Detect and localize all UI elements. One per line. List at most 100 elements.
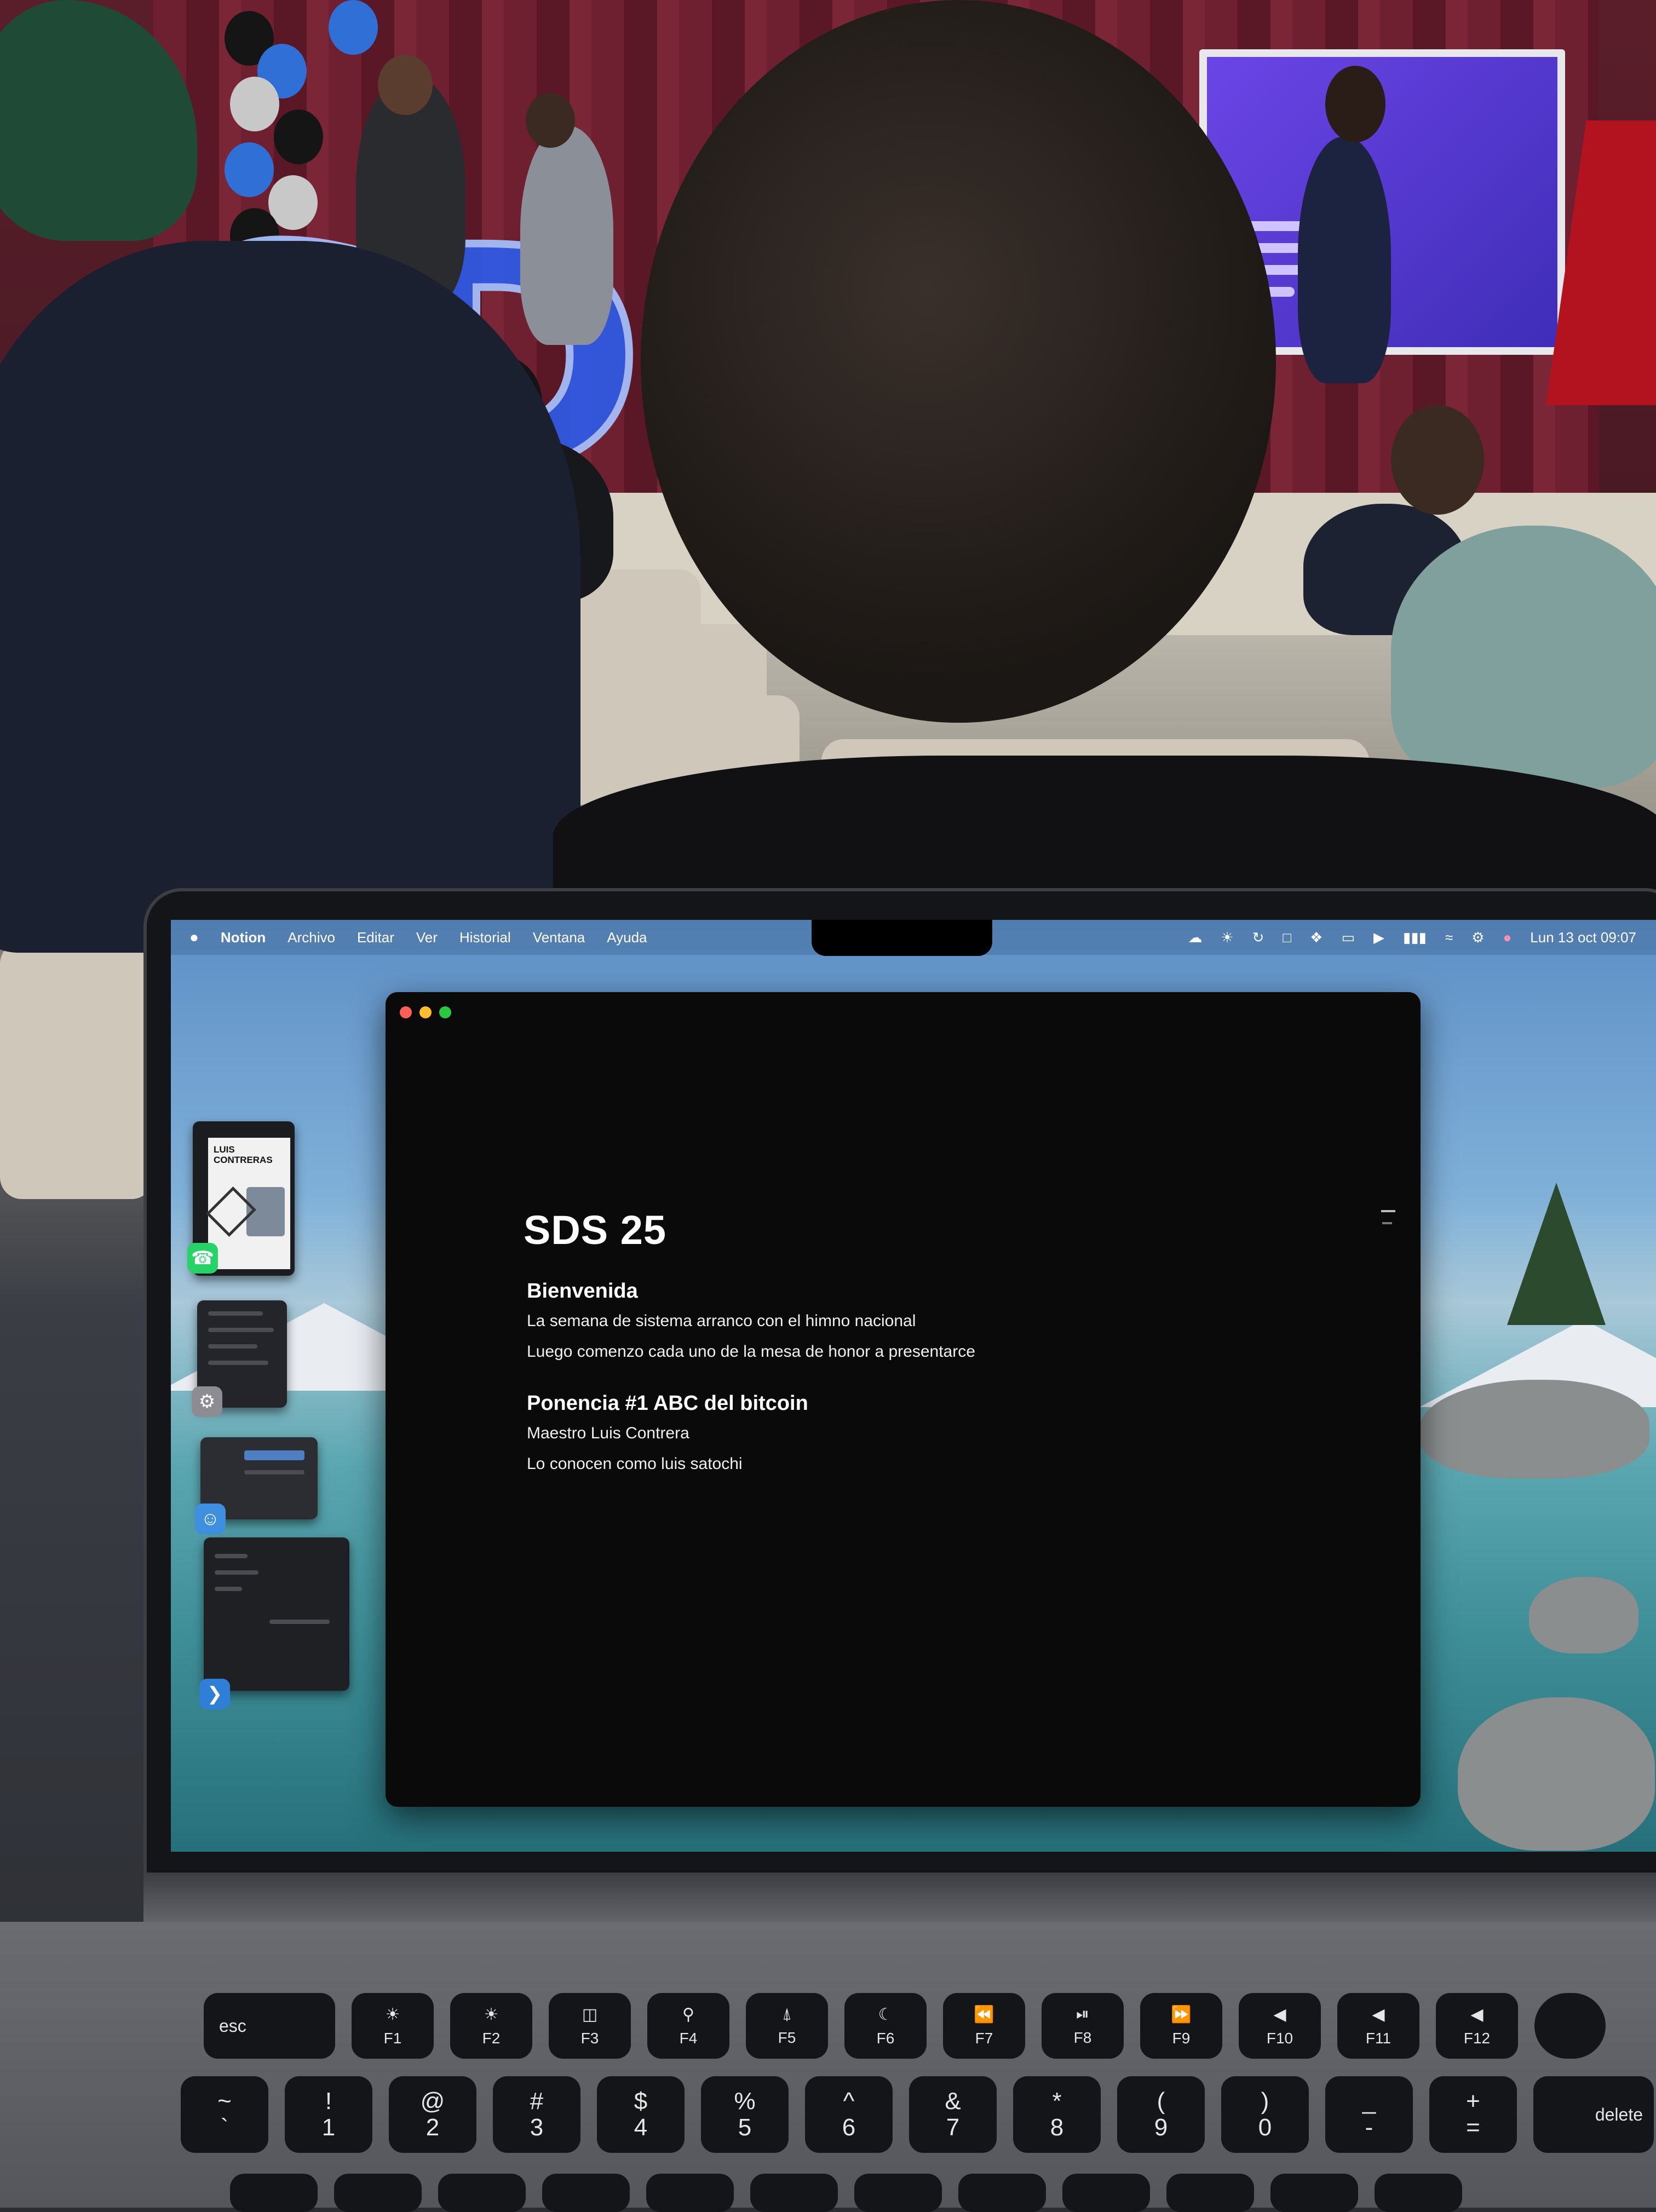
whatsapp-icon[interactable]: ☎ <box>187 1243 218 1274</box>
menu-clock[interactable]: Lun 13 oct 09:07 <box>1530 929 1636 946</box>
menu-editar[interactable]: Editar <box>357 929 394 946</box>
stage-person-head <box>1325 66 1385 142</box>
play-icon[interactable]: ▶ <box>1373 929 1384 946</box>
key-label: - <box>1365 2114 1373 2141</box>
f9-key[interactable]: ⏩ F9 <box>1140 1993 1222 2059</box>
stage-thumb-vscode[interactable] <box>204 1537 349 1691</box>
paragraph[interactable]: Lo conocen como luis satochi <box>527 1455 975 1473</box>
menu-ventana[interactable]: Ventana <box>533 929 585 946</box>
f5-key[interactable]: ⍋ F5 <box>746 1993 828 2059</box>
paragraph[interactable]: La semana de sistema arranco con el himn… <box>527 1312 975 1330</box>
key-2[interactable]: @2 <box>389 2076 476 2153</box>
brightness-icon[interactable]: ☀ <box>1221 929 1233 946</box>
key-label: $ <box>634 2088 648 2115</box>
key-6[interactable]: ^ 6 <box>805 2076 893 2153</box>
heading-bienvenida[interactable]: Bienvenida <box>527 1280 975 1303</box>
notion-window[interactable]: SDS 25 Bienvenida La semana de sistema a… <box>386 992 1421 1807</box>
outline-marker[interactable] <box>1382 1222 1392 1224</box>
key-label: @ <box>420 2088 445 2115</box>
close-button[interactable] <box>400 1006 412 1018</box>
letter-key[interactable] <box>334 2174 422 2212</box>
f10-key[interactable]: ◀ F10 <box>1239 1993 1321 2059</box>
settings-icon[interactable]: ⚙ <box>192 1386 222 1417</box>
finder-icon[interactable]: ☺ <box>195 1504 226 1534</box>
key-5[interactable]: % 5 <box>701 2076 789 2153</box>
esc-key[interactable]: esc <box>204 1993 335 2059</box>
f7-key[interactable]: ⏪ F7 <box>943 1993 1025 2059</box>
letter-key[interactable] <box>438 2174 526 2212</box>
display-icon[interactable]: ▭ <box>1341 929 1355 946</box>
key-label: F12 <box>1463 2029 1491 2047</box>
menu-archivo[interactable]: Archivo <box>288 929 335 946</box>
notion-tray-icon[interactable]: □ <box>1283 929 1291 946</box>
letter-key[interactable] <box>854 2174 942 2212</box>
key-label: F2 <box>482 2029 501 2047</box>
menu-app-name[interactable]: Notion <box>221 929 266 946</box>
letter-key[interactable] <box>646 2174 734 2212</box>
key-8[interactable]: * 8 <box>1013 2076 1101 2153</box>
menu-historial[interactable]: Historial <box>459 929 511 946</box>
key-7[interactable]: & 7 <box>909 2076 997 2153</box>
key-label: 7 <box>946 2114 960 2141</box>
key-4[interactable]: $4 <box>597 2076 685 2153</box>
letter-key[interactable] <box>230 2174 318 2212</box>
key-label: # <box>530 2088 544 2115</box>
brightness-up-icon: ☀ <box>484 2005 499 2024</box>
key-label: = <box>1466 2114 1480 2141</box>
letter-key-row <box>230 2174 1462 2212</box>
letter-key[interactable] <box>542 2174 630 2212</box>
key-1[interactable]: ! 1 <box>285 2076 372 2153</box>
zoom-button[interactable] <box>439 1006 451 1018</box>
wifi-icon[interactable]: ≈ <box>1445 929 1453 946</box>
backtick-key[interactable]: ~ ` <box>181 2076 268 2153</box>
f8-key[interactable]: ⏯ F8 <box>1042 1993 1124 2059</box>
menu-ver[interactable]: Ver <box>416 929 438 946</box>
letter-key[interactable] <box>750 2174 838 2212</box>
f11-key[interactable]: ◀ F11 <box>1337 1993 1419 2059</box>
mute-icon: ◀ <box>1273 2005 1286 2024</box>
letter-key[interactable] <box>958 2174 1046 2212</box>
vscode-icon[interactable]: ❯ <box>199 1679 230 1709</box>
window-controls <box>400 1006 451 1018</box>
letter-key[interactable] <box>1375 2174 1462 2212</box>
f2-key[interactable]: ☀ F2 <box>450 1993 532 2059</box>
f12-key[interactable]: ◀ F12 <box>1436 1993 1518 2059</box>
siri-icon[interactable]: ● <box>1503 929 1512 946</box>
f4-key[interactable]: ⚲ F4 <box>647 1993 729 2059</box>
battery-icon[interactable]: ▮▮▮ <box>1403 929 1427 946</box>
paragraph[interactable]: Luego comenzo cada uno de la mesa de hon… <box>527 1343 975 1361</box>
delete-key[interactable]: delete <box>1533 2076 1654 2153</box>
f6-key[interactable]: ☾ F6 <box>844 1993 927 2059</box>
poster-image: LUIS CONTRERAS <box>206 1138 290 1269</box>
poster-name: LUIS CONTRERAS <box>214 1144 273 1165</box>
search-icon: ⚲ <box>682 2005 694 2024</box>
apple-icon[interactable]: ● <box>189 929 199 946</box>
letter-key[interactable] <box>1166 2174 1254 2212</box>
page-title[interactable]: SDS 25 <box>524 1207 975 1253</box>
key-9[interactable]: (9 <box>1117 2076 1205 2153</box>
stage-person <box>1298 137 1391 383</box>
touch-id-key[interactable] <box>1534 1993 1606 2059</box>
minimize-button[interactable] <box>419 1006 432 1018</box>
equals-key[interactable]: + = <box>1429 2076 1517 2153</box>
sync-icon[interactable]: ↻ <box>1252 929 1264 946</box>
f3-key[interactable]: ◫ F3 <box>549 1993 631 2059</box>
paragraph[interactable]: Maestro Luis Contrera <box>527 1424 975 1443</box>
control-center-icon[interactable]: ⚙ <box>1471 929 1484 946</box>
key-label: + <box>1466 2088 1480 2115</box>
key-0[interactable]: ) 0 <box>1221 2076 1309 2153</box>
key-label: F3 <box>580 2029 599 2047</box>
key-3[interactable]: #3 <box>493 2076 580 2153</box>
compass-icon[interactable]: ❖ <box>1310 929 1323 946</box>
thumb-line <box>208 1311 263 1316</box>
f1-key[interactable]: ☀ F1 <box>352 1993 434 2059</box>
menu-ayuda[interactable]: Ayuda <box>607 929 647 946</box>
minus-key[interactable]: _ - <box>1325 2076 1413 2153</box>
heading-ponencia[interactable]: Ponencia #1 ABC del bitcoin <box>527 1392 975 1415</box>
letter-key[interactable] <box>1062 2174 1150 2212</box>
letter-key[interactable] <box>1270 2174 1358 2212</box>
outline-marker[interactable] <box>1381 1210 1395 1212</box>
cloud-icon[interactable]: ☁ <box>1188 929 1202 946</box>
volume-up-icon: ◀ <box>1470 2005 1484 2024</box>
